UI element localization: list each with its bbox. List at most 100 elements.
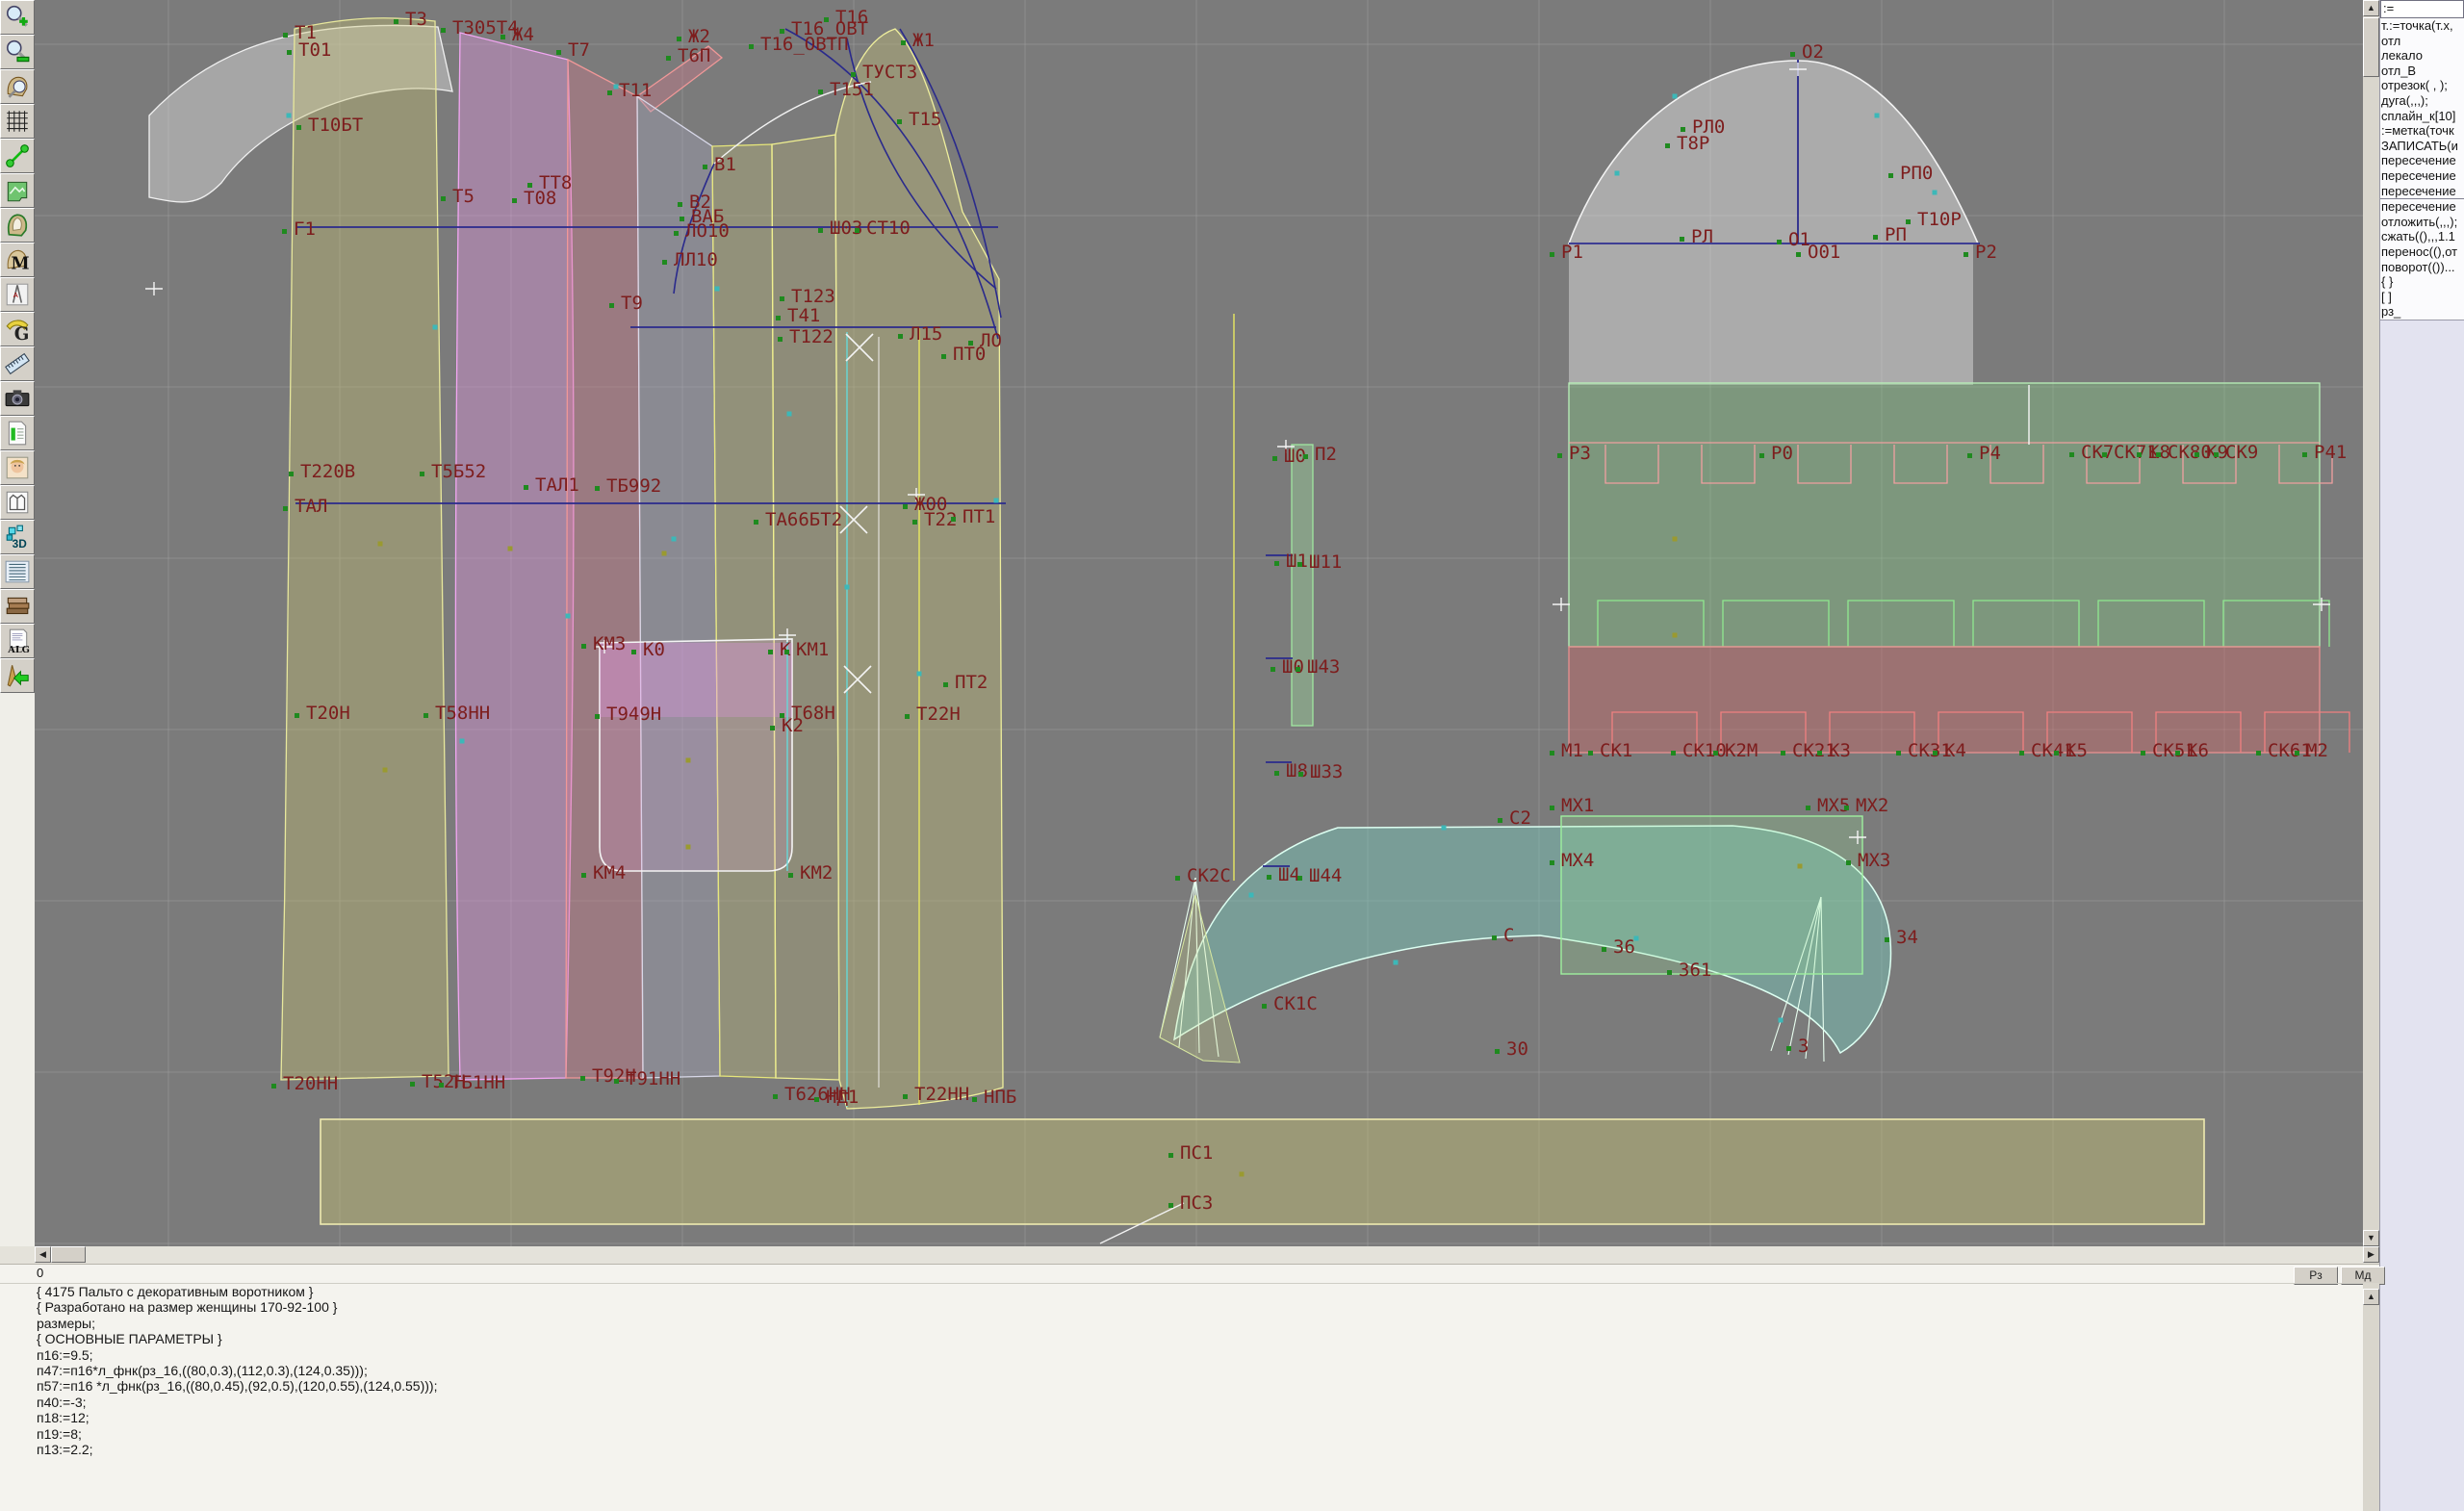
- canvas-vertical-scrollbar[interactable]: ▲ ▼: [2363, 0, 2379, 1246]
- command-list-item[interactable]: отл: [2380, 34, 2464, 49]
- compass-w-button[interactable]: А: [0, 277, 35, 312]
- pattern-point: [595, 714, 600, 719]
- camera-button[interactable]: [0, 381, 35, 416]
- program-code-line: размеры;: [0, 1316, 2363, 1331]
- zoom-in-button[interactable]: [0, 0, 35, 35]
- command-list-item[interactable]: отл_В: [2380, 64, 2464, 79]
- pattern-point-label: Т15: [909, 109, 941, 130]
- command-list-item[interactable]: отрезок( , );: [2380, 78, 2464, 93]
- pattern-point-label: СК1: [1600, 740, 1632, 761]
- clean-broom-button[interactable]: [0, 658, 35, 693]
- zoom-out-button[interactable]: [0, 35, 35, 69]
- command-list-item[interactable]: [ ]: [2380, 290, 2464, 305]
- program-text-editor[interactable]: { 4175 Пальто с декоративным воротником …: [0, 1283, 2363, 1511]
- pattern-point: [1817, 751, 1822, 756]
- command-list-item[interactable]: рз_: [2380, 304, 2464, 320]
- pattern-point-label: КМ4: [593, 862, 626, 884]
- command-list-item[interactable]: отложить(,,,);: [2380, 215, 2464, 230]
- pattern-point: [295, 713, 299, 718]
- canvas-horizontal-scrollbar[interactable]: ◀ ▶: [0, 1246, 2379, 1265]
- pattern-point-label: З: [1798, 1036, 1809, 1057]
- pattern-point: [901, 40, 906, 45]
- pattern-point: [941, 354, 946, 359]
- aux-point: [686, 758, 691, 763]
- pattern-point-label: Т7: [568, 39, 590, 61]
- pattern-point: [287, 50, 292, 55]
- pattern-point: [678, 202, 682, 207]
- pattern-point: [1267, 875, 1271, 880]
- three-d-button[interactable]: 3D: [0, 520, 35, 554]
- grid-button[interactable]: [0, 104, 35, 139]
- program-code-line: { 4175 Пальто с декоративным воротником …: [0, 1284, 2363, 1299]
- pattern-point: [1168, 1203, 1173, 1208]
- pattern-point: [394, 19, 398, 24]
- scroll-down-icon[interactable]: ▼: [2363, 1230, 2379, 1246]
- measure-line-button[interactable]: [0, 139, 35, 173]
- pattern-point: [1498, 818, 1502, 823]
- books-button[interactable]: [0, 589, 35, 624]
- report-table-button[interactable]: [0, 416, 35, 450]
- command-list-item[interactable]: перенос((),от: [2380, 244, 2464, 260]
- garment-sketch-button[interactable]: [0, 485, 35, 520]
- scroll-right-icon[interactable]: ▶: [2363, 1246, 2379, 1263]
- pattern-point-label: О2: [1802, 41, 1824, 63]
- letter-g-button[interactable]: G: [0, 312, 35, 346]
- zoom-piece-button[interactable]: [0, 69, 35, 104]
- command-list-item[interactable]: пересечение: [2380, 184, 2464, 199]
- command-list-item[interactable]: т.:=точка(т.х,: [2380, 18, 2464, 34]
- curve-point: [1933, 191, 1938, 195]
- command-list-item[interactable]: пересечение: [2380, 168, 2464, 184]
- command-list-item[interactable]: пересечение: [2380, 153, 2464, 168]
- portrait-button[interactable]: [0, 450, 35, 485]
- pattern-m-button[interactable]: M: [0, 243, 35, 277]
- pattern-point-label: Т220В: [300, 461, 355, 482]
- pattern-point: [1602, 947, 1606, 952]
- curve-point: [787, 412, 792, 417]
- pattern-point-label: Ж2: [688, 26, 710, 47]
- image-button[interactable]: [0, 173, 35, 208]
- command-list-item[interactable]: ЗАПИСАТЬ(и: [2380, 139, 2464, 154]
- pattern-piece-button[interactable]: [0, 208, 35, 243]
- command-list-item[interactable]: сплайн_к[10]: [2380, 109, 2464, 124]
- report-table-icon: [4, 420, 31, 447]
- editor-scroll-up-icon[interactable]: ▲: [2363, 1289, 2379, 1305]
- command-list-item[interactable]: дуга(,,,);: [2380, 93, 2464, 109]
- horizontal-scroll-thumb[interactable]: [51, 1246, 86, 1263]
- pattern-point-label: ЛЛ10: [674, 249, 718, 270]
- alg-document-button[interactable]: ALG: [0, 624, 35, 658]
- pattern-point: [282, 229, 287, 234]
- command-list-item[interactable]: лекало: [2380, 48, 2464, 64]
- pattern-point: [677, 37, 681, 41]
- command-list-item[interactable]: :=метка(точк: [2380, 123, 2464, 139]
- scroll-left-icon[interactable]: ◀: [35, 1246, 51, 1263]
- pattern-point-label: Т22Н: [916, 704, 961, 725]
- command-input[interactable]: :=: [2380, 0, 2464, 18]
- pattern-drawing[interactable]: Т3Т305Т4Т1Т01Ж4Т7Т10БТТ11Ж2Т6ПТ16_ОВТПТ1…: [35, 0, 2363, 1246]
- pattern-point: [780, 296, 784, 301]
- pattern-point-label: СК1С: [1273, 993, 1318, 1014]
- program-code-line: п18:=12;: [0, 1410, 2363, 1425]
- pattern-point: [1713, 751, 1718, 756]
- pattern-point: [2141, 751, 2145, 756]
- pattern-point: [1665, 143, 1670, 148]
- drawing-canvas[interactable]: Т3Т305Т4Т1Т01Ж4Т7Т10БТТ11Ж2Т6ПТ16_ОВТПТ1…: [35, 0, 2363, 1246]
- pattern-point: [1896, 751, 1901, 756]
- pattern-point: [2156, 452, 2161, 457]
- scroll-up-icon[interactable]: ▲: [2363, 0, 2379, 16]
- command-list-item[interactable]: пересечение: [2380, 198, 2464, 215]
- list-button[interactable]: [0, 554, 35, 589]
- pattern-point-label: К0: [643, 639, 665, 660]
- vertical-scroll-thumb[interactable]: [2363, 17, 2379, 77]
- command-list-item[interactable]: { }: [2380, 274, 2464, 290]
- ruler-button[interactable]: [0, 346, 35, 381]
- command-list-item[interactable]: поворот(())...: [2380, 260, 2464, 275]
- command-list-item[interactable]: сжать((),,,1.1: [2380, 229, 2464, 244]
- editor-vertical-scrollbar[interactable]: ▲: [2363, 1283, 2379, 1511]
- pattern-point-label: Ш44: [1309, 865, 1342, 886]
- program-code-line: п47:=п16*л_фнк(рз_16,((80,0.3),(112,0.3)…: [0, 1363, 2363, 1378]
- pattern-point-label: Т22НН: [914, 1084, 969, 1105]
- pattern-point: [749, 44, 754, 49]
- pattern-point-label: Р0: [1771, 443, 1793, 464]
- curve-point: [917, 672, 922, 677]
- program-code-line: { ОСНОВНЫЕ ПАРАМЕТРЫ }: [0, 1331, 2363, 1346]
